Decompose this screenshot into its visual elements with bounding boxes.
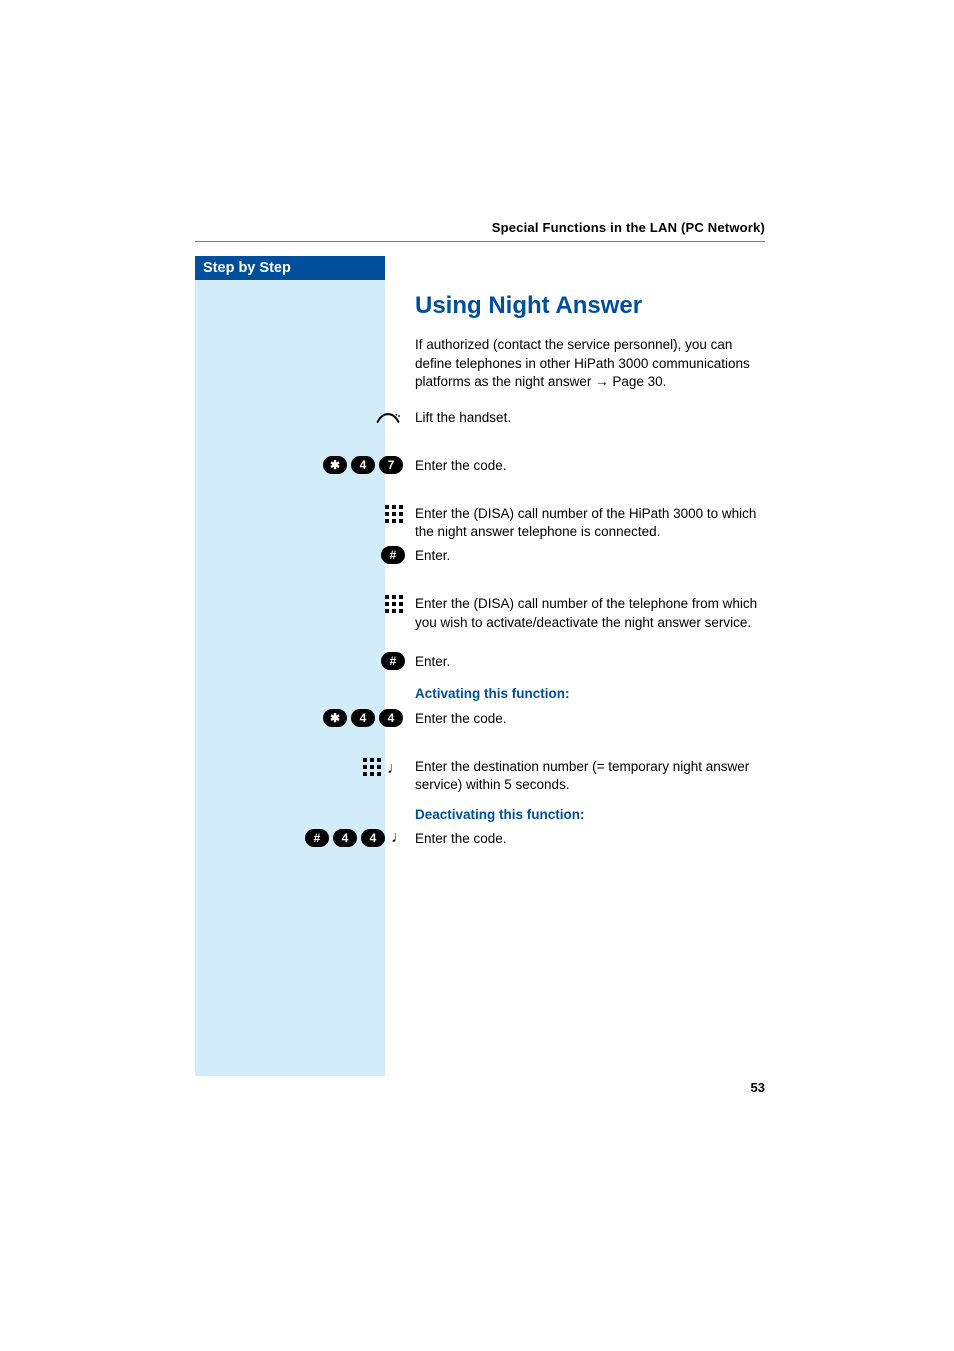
main-content: Using Night Answer If authorized (contac… xyxy=(415,290,765,860)
page-reference-link[interactable]: Page 30. xyxy=(609,374,667,389)
step-enter-code-1: Enter the code. xyxy=(415,457,765,475)
lift-handset-icon xyxy=(375,409,401,427)
intro-text: If authorized (contact the service perso… xyxy=(415,337,750,388)
header-rule xyxy=(195,241,765,242)
running-header: Special Functions in the LAN (PC Network… xyxy=(195,220,765,235)
step-enter-1: Enter. xyxy=(415,547,765,565)
key-4: 4 xyxy=(351,456,375,474)
key-hash-2: # xyxy=(381,652,405,670)
code-hash-4-4-tone: # 4 4 ♩ xyxy=(305,829,407,847)
arrow-icon: → xyxy=(595,374,609,389)
step-enter-disa-2: Enter the (DISA) call number of the tele… xyxy=(415,595,765,631)
code-star-4-4: ✱ 4 4 xyxy=(323,709,403,727)
key-7: 7 xyxy=(379,456,403,474)
step-by-step-sidebar: Step by Step xyxy=(195,256,385,1076)
key-hash: # xyxy=(381,652,405,670)
step-enter-code-2: Enter the code. xyxy=(415,710,765,728)
activating-heading: Activating this function: xyxy=(415,685,765,703)
key-hash: # xyxy=(381,546,405,564)
step-lift-handset: Lift the handset. xyxy=(415,409,765,427)
keypad-icon xyxy=(385,505,403,523)
sidebar-tab: Step by Step xyxy=(195,256,385,280)
deactivating-heading: Deactivating this function: xyxy=(415,806,765,824)
key-star: ✱ xyxy=(323,709,347,727)
intro-paragraph: If authorized (contact the service perso… xyxy=(415,336,765,391)
key-4: 4 xyxy=(333,829,357,847)
keypad-icon-3 xyxy=(363,758,381,781)
page-number: 53 xyxy=(195,1080,765,1095)
key-4: 4 xyxy=(351,709,375,727)
step-enter-2: Enter. xyxy=(415,653,765,671)
keypad-tone-icon: ♩ xyxy=(363,758,403,781)
tone-icon: ♩ xyxy=(387,761,403,777)
page-title: Using Night Answer xyxy=(415,290,765,322)
tone-icon-2: ♩ xyxy=(391,830,407,846)
code-star-4-7: ✱ 4 7 xyxy=(323,456,403,474)
key-4b: 4 xyxy=(361,829,385,847)
step-enter-disa-1: Enter the (DISA) call number of the HiPa… xyxy=(415,505,765,541)
key-4b: 4 xyxy=(379,709,403,727)
sidebar-tab-label: Step by Step xyxy=(203,260,291,276)
key-hash-1: # xyxy=(381,546,405,564)
key-hash: # xyxy=(305,829,329,847)
key-star: ✱ xyxy=(323,456,347,474)
keypad-icon-2 xyxy=(385,595,403,613)
step-enter-destination: Enter the destination number (= temporar… xyxy=(415,758,765,794)
step-enter-code-3: Enter the code. xyxy=(415,830,765,848)
